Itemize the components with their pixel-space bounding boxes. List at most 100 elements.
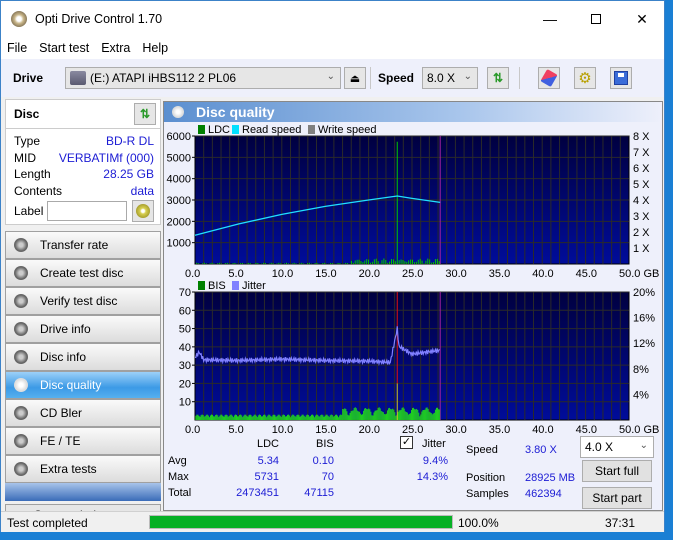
disc-refresh-button[interactable]: ⇅ — [134, 103, 156, 125]
nav-drive-info[interactable]: Drive info — [5, 315, 161, 343]
nav-label: Disc info — [40, 350, 87, 364]
toolbar: Drive (E:) ATAPI iHBS112 2 PL06 ⌄ ⏏ Spee… — [1, 59, 664, 97]
y2-tick-label: 1 X — [633, 243, 650, 255]
y-tick-label: 2000 — [167, 216, 191, 228]
drive-value: (E:) ATAPI iHBS112 2 PL06 — [90, 71, 237, 85]
drive-label: Drive — [13, 71, 44, 85]
x-tick-label: 30.0 — [445, 424, 466, 436]
maximize-button[interactable] — [573, 1, 619, 37]
nav-disc-quality[interactable]: Disc quality — [5, 371, 161, 399]
settings-button[interactable]: ⚙ — [574, 67, 596, 89]
legend-swatch — [232, 125, 239, 134]
y-tick-label: 20 — [179, 378, 191, 390]
label-input[interactable] — [46, 201, 127, 221]
legend-swatch — [198, 281, 205, 290]
mid-label: MID — [14, 150, 36, 165]
nav-create-test-disc[interactable]: Create test disc — [5, 259, 161, 287]
disc-icon — [14, 350, 28, 364]
mid-value: VERBATIMf (000) — [58, 150, 154, 165]
chevron-down-icon: ⌄ — [639, 440, 648, 451]
nav-cd-bler[interactable]: CD Bler — [5, 399, 161, 427]
ldc-chart: 1000 2000 3000 4000 5000 6000 1 X 2 X 3 X 4 X 5 X 6… — [167, 124, 660, 280]
save-button[interactable] — [610, 67, 632, 89]
legend-swatch — [232, 281, 239, 290]
speed-select[interactable]: 8.0 X ⌄ — [422, 67, 478, 89]
disc-label-button[interactable] — [132, 200, 154, 222]
nav-label: FE / TE — [40, 434, 81, 448]
speed-stat-label: Speed — [466, 444, 498, 456]
status-text: Test completed — [7, 516, 88, 530]
nav-disc-info[interactable]: Disc info — [5, 343, 161, 371]
y-tick-label: 6000 — [167, 131, 191, 143]
nav-extra-tests[interactable]: Extra tests — [5, 455, 161, 483]
x-tick-label: 10.0 — [272, 424, 293, 436]
disc-icon — [14, 378, 28, 392]
total-label: Total — [168, 487, 192, 499]
window-title: Opti Drive Control 1.70 — [35, 12, 163, 26]
speed-stat-value: 3.80 X — [525, 444, 557, 456]
left-panel: Disc ⇅ Type BD-R DL MID VERBATIMf (000) Le… — [5, 99, 161, 526]
drive-select[interactable]: (E:) ATAPI iHBS112 2 PL06 ⌄ — [65, 67, 341, 89]
y2-tick-label: 2 X — [633, 227, 650, 239]
nav-label: Extra tests — [40, 462, 97, 476]
y-tick-label: 40 — [179, 342, 191, 354]
progress-fill — [150, 516, 452, 528]
total-ldc: 2473451 — [236, 487, 279, 499]
disc-quality-panel: Disc quality 1000 2000 3000 4000 5000 6000 1 X… — [163, 101, 663, 511]
menu-extra[interactable]: Extra — [101, 41, 130, 55]
menu-start-test[interactable]: Start test — [39, 41, 89, 55]
disc-icon — [14, 322, 28, 336]
panel-title: Disc quality — [196, 104, 275, 120]
avg-label: Avg — [168, 455, 187, 467]
y2-tick-label: 4 X — [633, 195, 650, 207]
samples-label: Samples — [466, 488, 509, 500]
nav-label: Drive info — [40, 322, 91, 336]
progress-bar — [149, 515, 453, 529]
start-full-button[interactable]: Start full — [582, 460, 652, 482]
y-tick-label: 4000 — [167, 174, 191, 186]
max-label: Max — [168, 471, 189, 483]
contents-label: Contents — [14, 183, 63, 198]
max-ldc: 5731 — [254, 471, 279, 483]
nav-fe-te[interactable]: FE / TE — [5, 427, 161, 455]
app-window: Opti Drive Control 1.70 — ✕ File Start t… — [0, 0, 665, 532]
y2-tick-label: 16% — [633, 313, 655, 325]
disc-header: Disc ⇅ — [5, 99, 161, 129]
disc-icon — [14, 294, 28, 308]
disc-icon — [14, 266, 28, 280]
erase-button[interactable] — [538, 67, 560, 89]
test-speed-select[interactable]: 4.0 X ⌄ — [580, 436, 654, 458]
close-button[interactable]: ✕ — [619, 1, 665, 37]
avg-bis: 0.10 — [312, 455, 334, 467]
progress-text: 100.0% — [458, 516, 499, 530]
position-value: 28925 MB — [525, 472, 576, 484]
minimize-button[interactable]: — — [527, 1, 573, 37]
status-bar: Test completed 100.0% 37:31 — [1, 511, 664, 532]
disc-icon — [136, 204, 150, 218]
menu-help[interactable]: Help — [142, 41, 168, 55]
x-tick-label: 5.0 — [228, 424, 243, 436]
refresh-icon: ⇅ — [492, 71, 504, 85]
type-value: BD-R DL — [105, 134, 154, 149]
disc-icon — [14, 238, 28, 252]
nav-verify-test-disc[interactable]: Verify test disc — [5, 287, 161, 315]
nav-filler — [5, 483, 161, 501]
disc-icon — [14, 434, 28, 448]
disc-header-label: Disc — [14, 107, 40, 121]
legend-label: LDC — [208, 124, 230, 136]
menu-file[interactable]: File — [7, 41, 27, 55]
eject-button[interactable]: ⏏ — [344, 67, 366, 89]
save-icon — [614, 71, 628, 85]
chevron-down-icon: ⌄ — [326, 71, 335, 82]
nav-transfer-rate[interactable]: Transfer rate — [5, 231, 161, 259]
refresh-button[interactable]: ⇅ — [487, 67, 509, 89]
y-tick-label: 60 — [179, 305, 191, 317]
x-tick-label: 20.0 — [359, 424, 380, 436]
jitter-checkbox[interactable]: ✓ — [400, 436, 413, 449]
x-tick-label: 0.0 — [185, 424, 200, 436]
start-part-button[interactable]: Start part — [582, 487, 652, 509]
disc-icon — [14, 462, 28, 476]
legend-swatch — [308, 125, 315, 134]
x-tick-label: 25.0 — [402, 424, 423, 436]
length-label: Length — [14, 167, 51, 182]
